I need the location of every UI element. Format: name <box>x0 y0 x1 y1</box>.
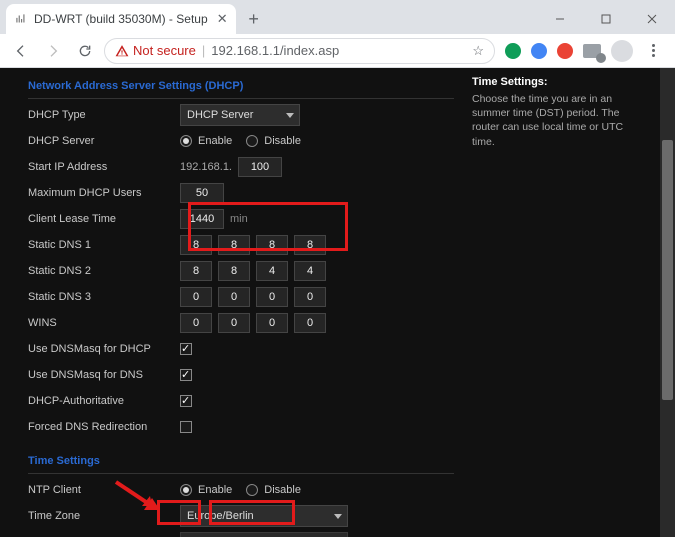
tab-title: DD-WRT (build 35030M) - Setup <box>34 12 208 26</box>
label-dhcp-server: DHCP Server <box>28 135 180 147</box>
divider <box>28 98 454 99</box>
radio-dhcp-enable[interactable] <box>180 135 192 147</box>
label-disable: Disable <box>264 135 301 147</box>
label-forced-redir: Forced DNS Redirection <box>28 421 180 433</box>
help-title: Time Settings: <box>472 76 642 88</box>
radio-ntp-enable[interactable] <box>180 484 192 496</box>
extension-icons <box>501 40 667 62</box>
new-tab-button[interactable]: + <box>242 7 266 31</box>
label-lease-time: Client Lease Time <box>28 213 180 225</box>
label-dns1: Static DNS 1 <box>28 239 180 251</box>
nav-forward-button[interactable] <box>40 38 66 64</box>
extension-mail-icon[interactable] <box>583 44 601 58</box>
page-viewport: Network Address Server Settings (DHCP) D… <box>0 68 675 537</box>
label-dns3: Static DNS 3 <box>28 291 180 303</box>
tab-close-icon[interactable]: ✕ <box>217 11 228 27</box>
input-dns2-b[interactable] <box>218 261 250 281</box>
window-controls <box>537 4 675 34</box>
input-dns3-b[interactable] <box>218 287 250 307</box>
bookmark-star-icon[interactable]: ☆ <box>472 43 484 59</box>
browser-tab[interactable]: DD-WRT (build 35030M) - Setup ✕ <box>6 4 236 34</box>
input-wins-d[interactable] <box>294 313 326 333</box>
input-dns1-a[interactable] <box>180 235 212 255</box>
input-wins-a[interactable] <box>180 313 212 333</box>
checkbox-dnsmasq-dns[interactable] <box>180 369 192 381</box>
input-wins-c[interactable] <box>256 313 288 333</box>
extension-icon-2[interactable] <box>531 43 547 59</box>
label-enable: Enable <box>198 484 232 496</box>
input-dns1-b[interactable] <box>218 235 250 255</box>
label-authoritative: DHCP-Authoritative <box>28 395 180 407</box>
input-dns3-a[interactable] <box>180 287 212 307</box>
label-timezone: Time Zone <box>28 510 180 522</box>
input-dns3-d[interactable] <box>294 287 326 307</box>
label-dnsmasq-dhcp: Use DNSMasq for DHCP <box>28 343 180 355</box>
input-dns1-c[interactable] <box>256 235 288 255</box>
input-dns2-d[interactable] <box>294 261 326 281</box>
label-ntp-client: NTP Client <box>28 484 180 496</box>
divider <box>28 473 454 474</box>
tab-favicon <box>14 12 28 26</box>
select-dhcp-type[interactable]: DHCP Server <box>180 104 300 126</box>
radio-dhcp-disable[interactable] <box>246 135 258 147</box>
window-maximize-button[interactable] <box>583 4 629 34</box>
label-start-ip: Start IP Address <box>28 161 180 173</box>
scrollbar-track[interactable] <box>660 68 675 537</box>
section-title-dhcp: Network Address Server Settings (DHCP) <box>28 74 454 98</box>
section-title-time: Time Settings <box>28 449 454 473</box>
window-minimize-button[interactable] <box>537 4 583 34</box>
address-bar: Not secure | 192.168.1.1/index.asp ☆ <box>0 34 675 68</box>
input-wins-b[interactable] <box>218 313 250 333</box>
input-lease-time[interactable] <box>180 209 224 229</box>
browser-menu-button[interactable] <box>643 44 663 57</box>
not-secure-text: Not secure <box>133 43 196 58</box>
input-dns3-c[interactable] <box>256 287 288 307</box>
lease-unit: min <box>230 213 248 225</box>
input-dns2-a[interactable] <box>180 261 212 281</box>
not-secure-warning: Not secure <box>115 43 196 58</box>
nav-reload-button[interactable] <box>72 38 98 64</box>
label-dhcp-type: DHCP Type <box>28 109 180 121</box>
checkbox-authoritative[interactable] <box>180 395 192 407</box>
select-timezone[interactable]: Europe/Berlin <box>180 505 348 527</box>
profile-avatar[interactable] <box>611 40 633 62</box>
omnibox[interactable]: Not secure | 192.168.1.1/index.asp ☆ <box>104 38 495 64</box>
checkbox-forced-redir[interactable] <box>180 421 192 433</box>
label-enable: Enable <box>198 135 232 147</box>
label-wins: WINS <box>28 317 180 329</box>
label-dnsmasq-dns: Use DNSMasq for DNS <box>28 369 180 381</box>
input-dns1-d[interactable] <box>294 235 326 255</box>
window-titlebar: DD-WRT (build 35030M) - Setup ✕ + <box>0 0 675 34</box>
extension-icon-3[interactable] <box>557 43 573 59</box>
scrollbar-thumb[interactable] <box>662 140 673 400</box>
window-close-button[interactable] <box>629 4 675 34</box>
input-max-users[interactable] <box>180 183 224 203</box>
input-start-ip[interactable] <box>238 157 282 177</box>
radio-ntp-disable[interactable] <box>246 484 258 496</box>
extension-icon-1[interactable] <box>505 43 521 59</box>
label-max-users: Maximum DHCP Users <box>28 187 180 199</box>
checkbox-dnsmasq-dhcp[interactable] <box>180 343 192 355</box>
input-server-name[interactable] <box>180 532 348 537</box>
help-body: Choose the time you are in an summer tim… <box>472 92 642 149</box>
label-disable: Disable <box>264 484 301 496</box>
nav-back-button[interactable] <box>8 38 34 64</box>
input-dns2-c[interactable] <box>256 261 288 281</box>
omnibox-url: 192.168.1.1/index.asp <box>211 43 339 58</box>
start-ip-prefix: 192.168.1. <box>180 161 232 173</box>
label-dns2: Static DNS 2 <box>28 265 180 277</box>
